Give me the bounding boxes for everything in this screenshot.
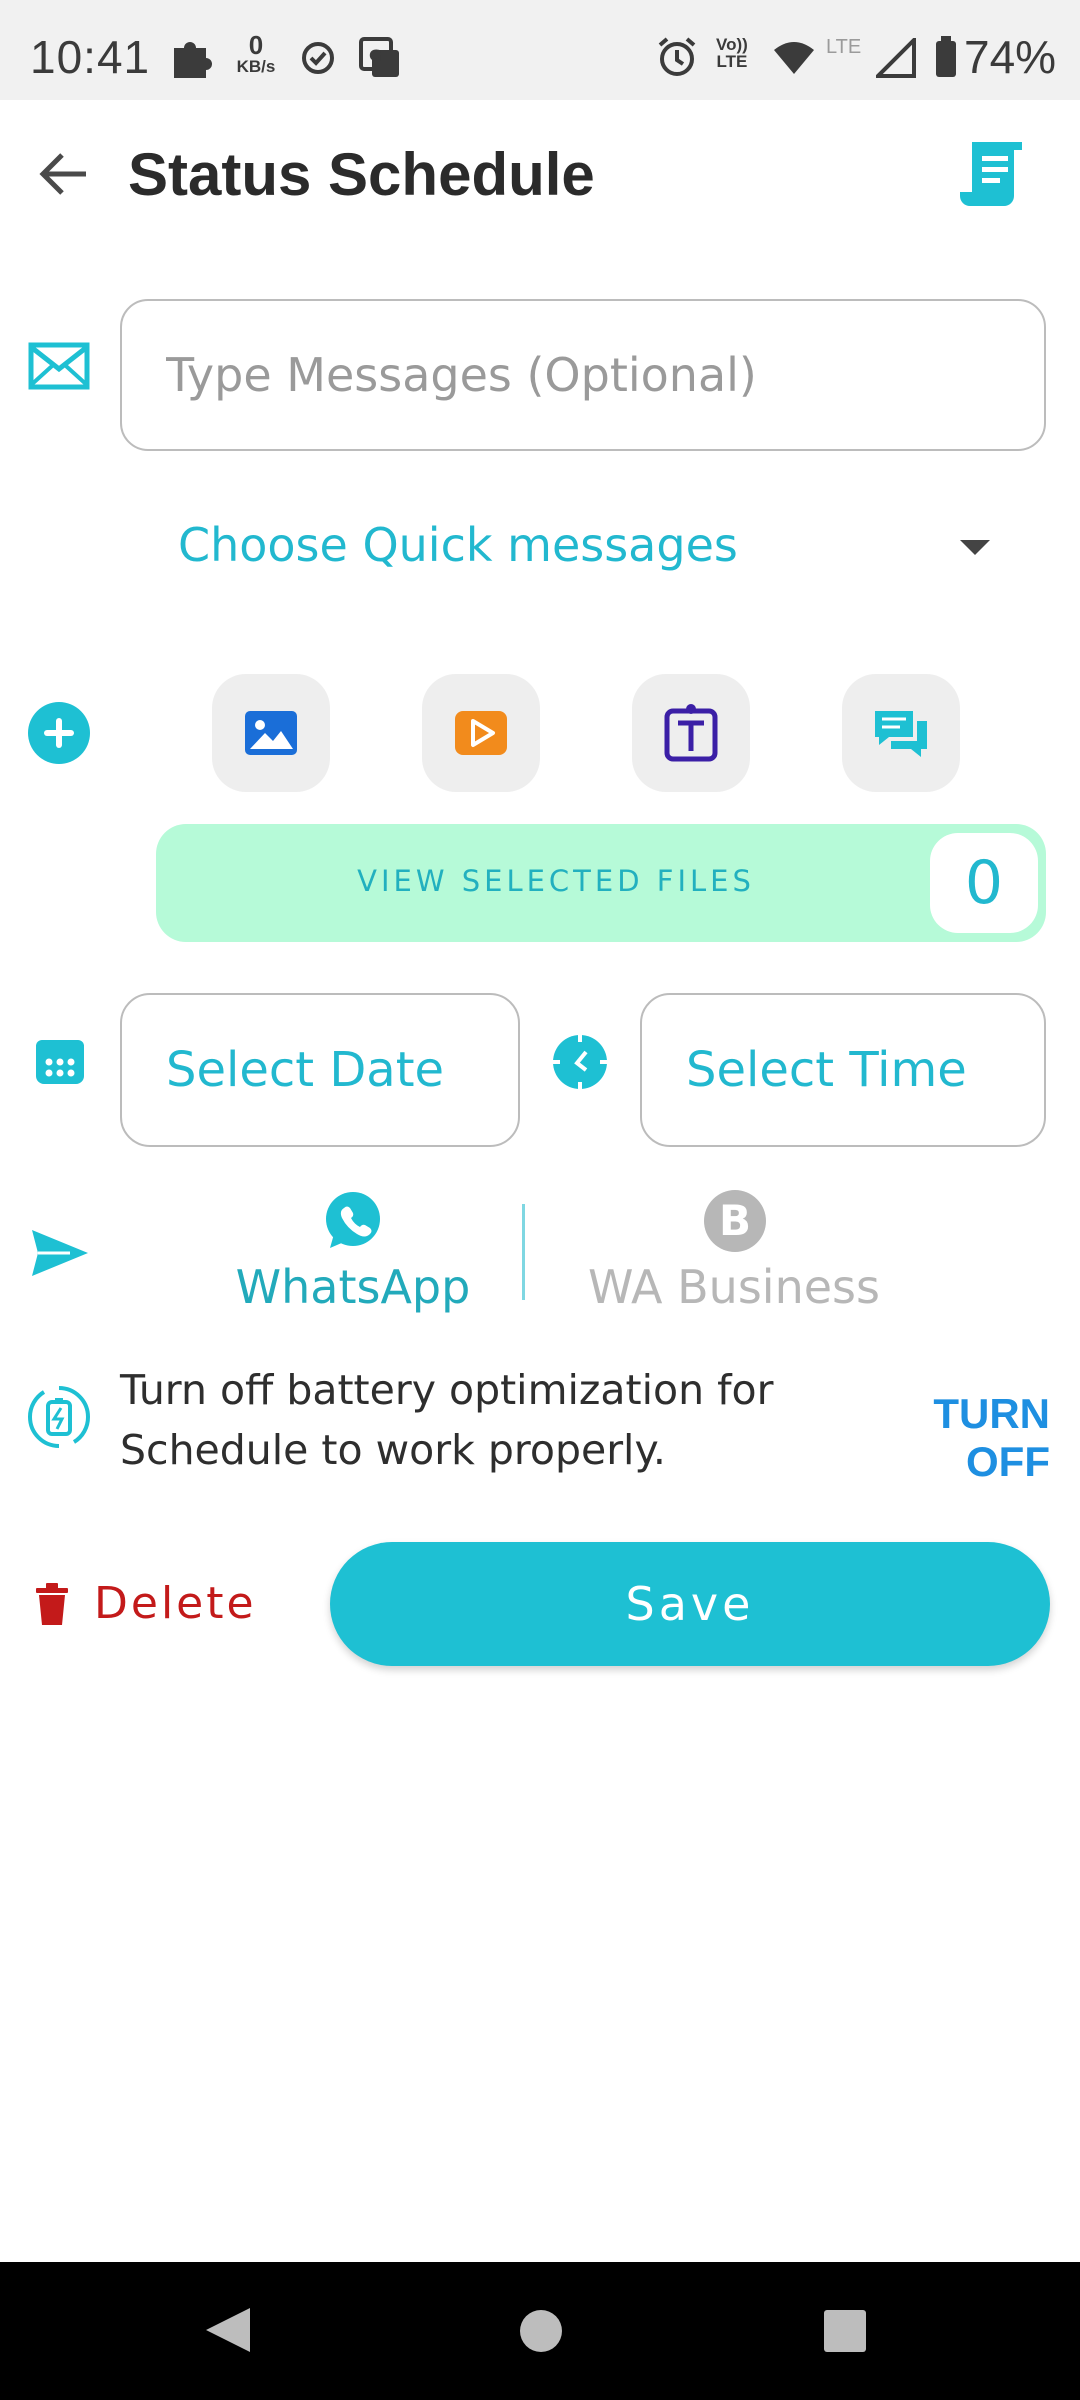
delete-button[interactable]: Delete — [28, 1578, 268, 1634]
delete-label: Delete — [94, 1578, 257, 1629]
alarm-icon — [658, 37, 696, 76]
send-icon — [32, 1230, 88, 1276]
net-speed: 0 KB/s — [232, 32, 280, 75]
volte-line1: Vo)) — [716, 35, 748, 54]
whatsapp-icon[interactable] — [322, 1190, 384, 1252]
system-nav-bar — [0, 2262, 1080, 2400]
volte-badge: Vo)) LTE — [716, 36, 748, 70]
divider — [522, 1204, 525, 1300]
puzzle-icon — [174, 42, 212, 78]
app-bar: Status Schedule — [0, 100, 1080, 250]
battery-optimization-notice: Turn off battery optimization for Schedu… — [120, 1366, 774, 1474]
clock-icon — [552, 1034, 608, 1090]
selected-files-count: 0 — [930, 833, 1038, 933]
add-quick-message-button[interactable] — [842, 674, 960, 792]
plus-circle-icon[interactable] — [28, 702, 90, 764]
chevron-down-icon[interactable] — [960, 540, 990, 555]
volte-line2: LTE — [716, 52, 748, 71]
nav-home-icon[interactable] — [520, 2310, 562, 2352]
quick-messages-dropdown[interactable]: Choose Quick messages — [178, 518, 738, 572]
text-icon — [664, 704, 718, 762]
nav-recents-icon[interactable] — [824, 2310, 866, 2352]
page-title: Status Schedule — [128, 141, 595, 208]
calendar-icon — [36, 1040, 84, 1084]
status-time: 10:41 — [30, 31, 151, 83]
nav-back-icon[interactable] — [206, 2308, 250, 2352]
video-play-icon — [455, 711, 507, 755]
select-date-button[interactable]: Select Date — [120, 993, 520, 1147]
add-video-button[interactable] — [422, 674, 540, 792]
arrow-left-icon[interactable] — [34, 144, 94, 204]
chat-bubbles-icon — [875, 711, 927, 757]
add-image-button[interactable] — [212, 674, 330, 792]
status-bar: 10:41 0 KB/s G Vo)) LTE LTE 74% — [0, 0, 1080, 100]
signal-icon — [876, 38, 916, 78]
trash-icon — [36, 1583, 68, 1625]
check-circle-icon — [302, 42, 334, 74]
lte-label: LTE — [826, 36, 862, 58]
image-icon — [245, 711, 297, 755]
battery-icon — [936, 36, 956, 77]
view-selected-files-label: VIEW SELECTED FILES — [357, 864, 755, 898]
receipt-icon[interactable] — [958, 134, 1028, 210]
turn-off-button[interactable]: TURN OFF — [840, 1390, 1050, 1486]
whatsapp-option[interactable]: WhatsApp — [200, 1260, 506, 1314]
net-speed-unit: KB/s — [236, 57, 276, 76]
battery-percent: 74% — [964, 31, 1057, 83]
mail-icon — [28, 342, 90, 390]
wa-business-option[interactable]: WA Business — [578, 1260, 890, 1314]
message-input[interactable] — [120, 299, 1046, 451]
svg-text:G: G — [369, 46, 382, 65]
translate-icon: G — [359, 37, 399, 77]
wifi-icon — [774, 42, 814, 74]
battery-sync-icon — [27, 1386, 91, 1448]
add-text-button[interactable] — [632, 674, 750, 792]
wa-business-icon[interactable]: B — [704, 1190, 766, 1252]
net-speed-value: 0 — [248, 30, 264, 60]
save-button[interactable]: Save — [330, 1542, 1050, 1666]
view-selected-files-button[interactable]: VIEW SELECTED FILES 0 — [156, 824, 1046, 942]
select-time-button[interactable]: Select Time — [640, 993, 1046, 1147]
